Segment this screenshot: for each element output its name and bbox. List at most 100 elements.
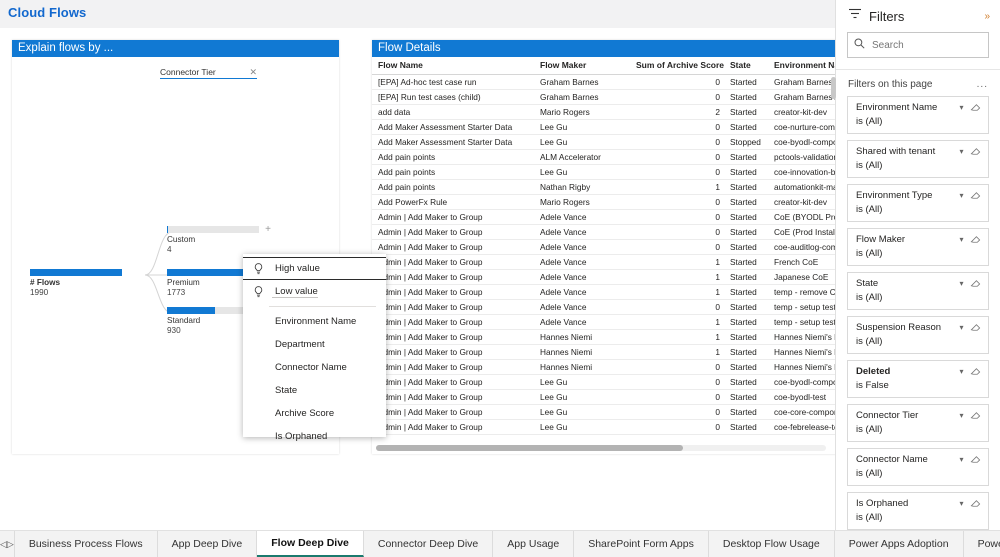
filter-card-environment-type[interactable]: Environment Type▾is (All) [847,184,989,222]
table-row[interactable]: Add pain pointsNathan Rigby1Startedautom… [372,180,838,195]
table-vertical-scrollbar-thumb[interactable] [831,77,836,99]
table-row[interactable]: Admin | Add Maker to GroupLee Gu0Started… [372,390,838,405]
table-row[interactable]: Add PowerFx RuleMario Rogers0Startedcrea… [372,195,838,210]
clear-filter-icon[interactable] [968,498,982,511]
tabs-container[interactable]: Business Process FlowsApp Deep DiveFlow … [15,531,1000,557]
table-card-body[interactable]: Flow Name Flow Maker Sum of Archive Scor… [372,57,838,454]
table-row[interactable]: Admin | Add Maker to GroupLee Gu0Started… [372,435,838,439]
filter-card-list[interactable]: Environment Name▾is (All) Shared with ten… [836,96,1000,530]
clear-filter-icon[interactable] [968,234,982,247]
tab-nav-buttons[interactable]: ◁ ▷ [0,531,15,557]
column-header-flow-maker[interactable]: Flow Maker [534,57,630,75]
tree-level-context-menu[interactable]: High value Low value Environment Name De… [243,254,386,437]
filter-card-flow-maker[interactable]: Flow Maker▾is (All) [847,228,989,266]
close-icon[interactable]: ✕ [249,68,257,76]
chevron-down-icon[interactable]: ▾ [955,454,968,466]
chevron-down-icon[interactable]: ▾ [955,278,968,290]
filter-card-connector-name[interactable]: Connector Name▾is (All) [847,448,989,486]
filter-card-deleted[interactable]: Deleted▾is False [847,360,989,398]
chevron-down-icon[interactable]: ▾ [955,366,968,378]
table-row[interactable]: Admin | Add Maker to GroupLee Gu0Started… [372,405,838,420]
context-menu-item-archive-score[interactable]: Archive Score [243,402,386,425]
context-menu-item-high-value[interactable]: High value [243,257,386,280]
table-row[interactable]: Admin | Add Maker to GroupAdele Vance0St… [372,210,838,225]
table-row[interactable]: Admin | Add Maker to GroupLee Gu0Started… [372,420,838,435]
context-menu-item-low-value[interactable]: Low value [243,280,386,303]
table-row[interactable]: Admin | Add Maker to GroupAdele Vance0St… [372,240,838,255]
tab-power[interactable]: Power [964,531,1000,557]
tab-connector-deep-dive[interactable]: Connector Deep Dive [364,531,493,557]
chevron-down-icon[interactable]: ▾ [955,410,968,422]
column-header-flow-name[interactable]: Flow Name [372,57,534,75]
clear-filter-icon[interactable] [968,278,982,291]
table-row[interactable]: Add Maker Assessment Starter DataLee Gu0… [372,135,838,150]
chevron-down-icon[interactable]: ▾ [955,190,968,202]
filter-card-connector-tier[interactable]: Connector Tier▾is (All) [847,404,989,442]
context-menu-item-is-orphaned[interactable]: Is Orphaned [243,425,386,448]
table-horizontal-scrollbar-thumb[interactable] [376,445,683,451]
tree-node-root[interactable]: # Flows 1990 [30,269,122,298]
table-vertical-scrollbar-track[interactable] [831,77,836,427]
clear-filter-icon[interactable] [968,454,982,467]
tab-app-usage[interactable]: App Usage [493,531,574,557]
tree-node-custom[interactable]: + Custom 4 [167,226,259,255]
filters-search-wrap[interactable]: Search [836,32,1000,58]
tab-app-deep-dive[interactable]: App Deep Dive [158,531,258,557]
table-row[interactable]: Admin | Add Maker to GroupAdele Vance0St… [372,300,838,315]
tab-desktop-flow-usage[interactable]: Desktop Flow Usage [709,531,835,557]
clear-filter-icon[interactable] [968,410,982,423]
filter-card-is-orphaned[interactable]: Is Orphaned▾is (All) [847,492,989,530]
chevron-down-icon[interactable]: ▾ [955,322,968,334]
context-menu-item-connector-name[interactable]: Connector Name [243,356,386,379]
tab-sharepoint-form-apps[interactable]: SharePoint Form Apps [574,531,709,557]
search-input[interactable]: Search [847,32,989,58]
table-row[interactable]: Admin | Add Maker to GroupAdele Vance1St… [372,270,838,285]
chevron-down-icon[interactable]: ▾ [955,146,968,158]
more-options-icon[interactable]: ... [977,79,988,90]
table-row[interactable]: [EPA] Ad-hoc test case runGraham Barnes0… [372,75,838,90]
clear-filter-icon[interactable] [968,146,982,159]
column-header-state[interactable]: State [724,57,768,75]
chevron-down-icon[interactable]: ▾ [955,498,968,510]
table-row[interactable]: Add Maker Assessment Starter DataLee Gu0… [372,120,838,135]
table-row[interactable]: Admin | Add Maker to GroupAdele Vance1St… [372,315,838,330]
context-menu-item-state[interactable]: State [243,379,386,402]
table-row[interactable]: [EPA] Run test cases (child)Graham Barne… [372,90,838,105]
table-row[interactable]: Add pain pointsALM Accelerator0Startedpc… [372,150,838,165]
table-row[interactable]: Admin | Add Maker to GroupLee Gu0Started… [372,375,838,390]
chevron-left-icon[interactable]: ◁ [0,539,7,550]
clear-filter-icon[interactable] [968,366,982,379]
filters-pane[interactable]: Filters » Search Filters on this page ..… [835,0,1000,530]
flow-details-table-visual[interactable]: Flow Details Flow Name Flow Maker Sum of… [372,40,838,454]
table-row[interactable]: Admin | Add Maker to GroupAdele Vance1St… [372,285,838,300]
clear-filter-icon[interactable] [968,102,982,115]
tree-level-header[interactable]: Connector Tier ✕ [160,67,257,79]
table-row[interactable]: Add pain pointsLee Gu0Startedcoe-innovat… [372,165,838,180]
column-header-archive-score[interactable]: Sum of Archive Score [630,57,724,75]
filter-card-suspension-reason[interactable]: Suspension Reason▾is (All) [847,316,989,354]
table-row[interactable]: Admin | Add Maker to GroupHannes Niemi1S… [372,330,838,345]
chevron-down-icon[interactable]: ▾ [955,234,968,246]
table-row[interactable]: Admin | Add Maker to GroupAdele Vance0St… [372,225,838,240]
table-row[interactable]: Admin | Add Maker to GroupAdele Vance1St… [372,255,838,270]
filter-card-shared-with-tenant[interactable]: Shared with tenant▾is (All) [847,140,989,178]
tab-flow-deep-dive[interactable]: Flow Deep Dive [257,531,364,557]
tab-power-apps-adoption[interactable]: Power Apps Adoption [835,531,964,557]
context-menu-item-department[interactable]: Department [243,333,386,356]
column-header-environment-name[interactable]: Environment Name [768,57,838,75]
chevron-right-icon[interactable]: ▷ [7,539,14,550]
expand-node-icon[interactable]: + [265,225,271,234]
double-chevron-right-icon[interactable]: » [984,11,990,22]
filter-card-state[interactable]: State▾is (All) [847,272,989,310]
flow-details-table[interactable]: Flow Name Flow Maker Sum of Archive Scor… [372,57,838,438]
tab-business-process-flows[interactable]: Business Process Flows [15,531,158,557]
context-menu-item-environment-name[interactable]: Environment Name [243,310,386,333]
table-row[interactable]: Admin | Add Maker to GroupHannes Niemi1S… [372,345,838,360]
table-body[interactable]: [EPA] Ad-hoc test case runGraham Barnes0… [372,75,838,439]
table-row[interactable]: add dataMario Rogers2Startedcreator-kit-… [372,105,838,120]
table-row[interactable]: Admin | Add Maker to GroupHannes Niemi0S… [372,360,838,375]
chevron-down-icon[interactable]: ▾ [955,102,968,114]
clear-filter-icon[interactable] [968,322,982,335]
filter-card-environment-name[interactable]: Environment Name▾is (All) [847,96,989,134]
page-tab-bar[interactable]: ◁ ▷ Business Process FlowsApp Deep DiveF… [0,530,1000,557]
